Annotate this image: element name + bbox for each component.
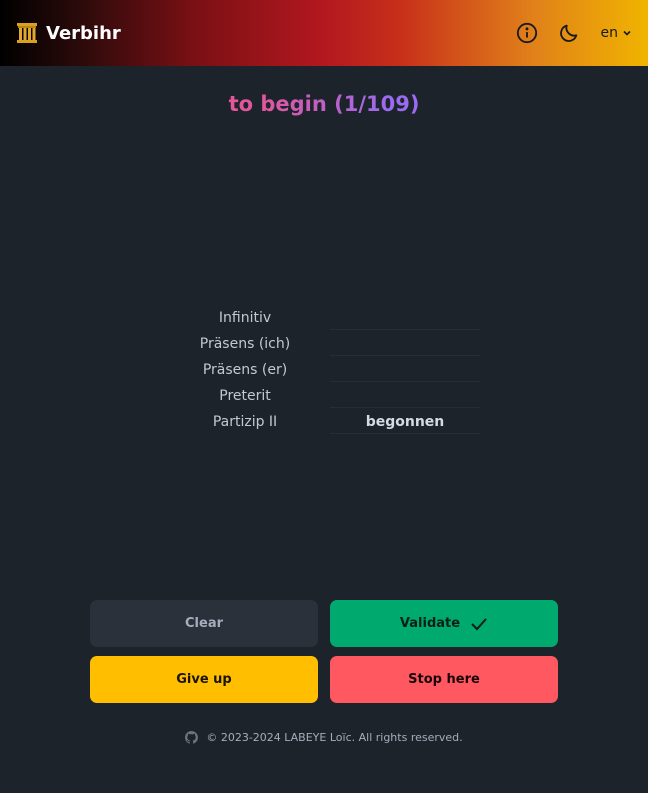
chevron-down-icon <box>623 30 631 36</box>
infinitiv-input[interactable] <box>330 306 480 330</box>
conjugation-form: Infinitiv Präsens (ich) Präsens (er) Pre… <box>190 305 490 435</box>
preterit-input[interactable] <box>330 384 480 408</box>
info-circle-icon[interactable] <box>515 21 539 45</box>
app-name: Verbihr <box>46 22 121 44</box>
field-label: Präsens (ich) <box>199 336 291 352</box>
form-row-preterit: Preterit <box>190 383 490 409</box>
github-icon[interactable] <box>185 731 199 744</box>
stop-here-label: Stop here <box>408 672 480 687</box>
form-row-praesens-ich: Präsens (ich) <box>190 331 490 357</box>
language-label: en <box>600 25 619 41</box>
give-up-button[interactable]: Give up <box>90 656 318 703</box>
header-actions: en <box>515 21 633 45</box>
validate-button[interactable]: Validate <box>330 600 558 647</box>
field-label: Infinitiv <box>218 310 272 326</box>
check-icon <box>471 617 487 630</box>
language-selector[interactable]: en <box>601 25 633 41</box>
clear-button[interactable]: Clear <box>90 600 318 647</box>
brand[interactable]: Verbihr <box>16 22 121 44</box>
verb-title: to begin (1/109) <box>0 92 648 116</box>
copyright-text: © 2023-2024 LABEYE Loïc. All rights rese… <box>206 731 463 744</box>
praesens-ich-input[interactable] <box>330 332 480 356</box>
field-label: Präsens (er) <box>202 362 288 378</box>
praesens-er-input[interactable] <box>330 358 480 382</box>
stop-here-button[interactable]: Stop here <box>330 656 558 703</box>
form-row-partizip: Partizip II <box>190 409 490 435</box>
footer: © 2023-2024 LABEYE Loïc. All rights rese… <box>0 731 648 744</box>
validate-label: Validate <box>399 616 461 631</box>
give-up-label: Give up <box>176 672 232 687</box>
form-row-infinitiv: Infinitiv <box>190 305 490 331</box>
top-navbar: Verbihr en <box>0 0 648 66</box>
pillar-temple-icon <box>17 23 37 43</box>
clear-label: Clear <box>185 616 223 631</box>
field-label: Preterit <box>219 388 271 404</box>
partizip-input[interactable] <box>330 410 480 434</box>
moon-icon[interactable] <box>557 21 581 45</box>
form-row-praesens-er: Präsens (er) <box>190 357 490 383</box>
field-label: Partizip II <box>212 414 278 430</box>
